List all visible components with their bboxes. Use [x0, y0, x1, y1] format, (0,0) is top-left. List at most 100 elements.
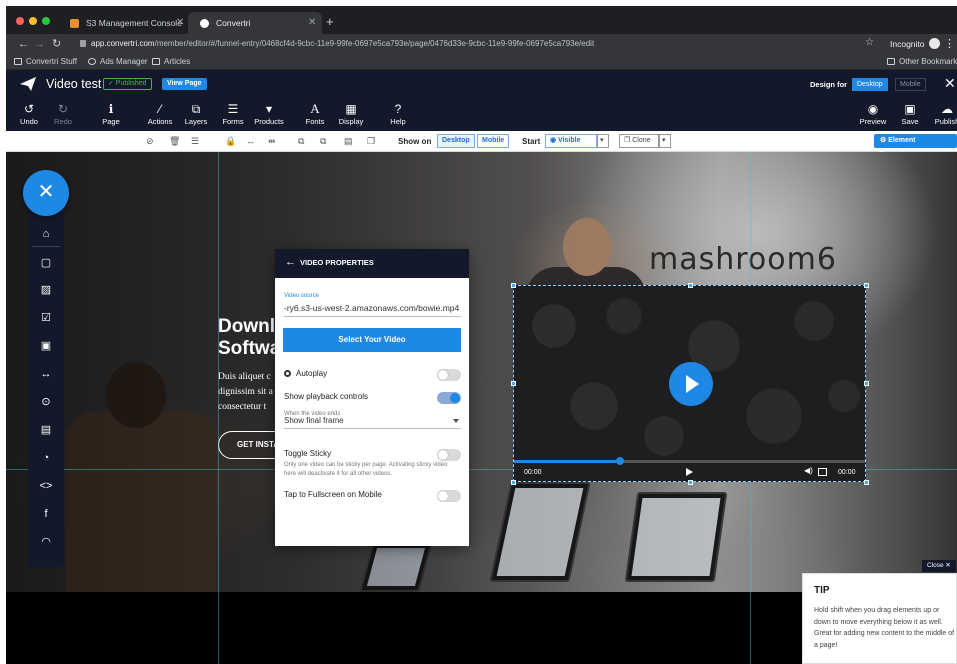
text-element-icon[interactable]: ▢ [28, 253, 64, 273]
page-button[interactable]: ℹ Page [98, 101, 124, 126]
clone-button[interactable]: ❐ Clone [619, 134, 659, 148]
wifi-element-icon[interactable]: ◠ [28, 532, 64, 552]
minimize-window-icon[interactable] [29, 17, 37, 25]
video-source-input[interactable]: -ry6.s3-us-west-2.amazonaws.com/bowie.mp… [284, 303, 461, 317]
full-width-icon[interactable]: ↔ [246, 135, 255, 147]
close-elements-button[interactable]: ✕ [23, 170, 69, 216]
fullscreen-mobile-toggle[interactable] [437, 490, 461, 502]
design-desktop-button[interactable]: Desktop [852, 78, 888, 91]
incognito-indicator[interactable]: Incognito [890, 37, 940, 51]
url-field[interactable]: app.convertri.com/member/editor/#/funnel… [80, 37, 594, 51]
close-editor-icon[interactable]: ✕ [944, 75, 956, 92]
video-ends-select[interactable]: Show final frame [284, 415, 461, 429]
layer-up-icon[interactable]: ▤ [344, 135, 353, 147]
form-element-icon[interactable]: ☑ [28, 308, 64, 328]
show-on-mobile-button[interactable]: Mobile [477, 134, 510, 148]
elements-sidebar: ⌂ ▢ ▨ ☑ ▣ ↔ ⊙ ▤ ◔ <> f ◠ [28, 212, 64, 567]
bring-forward-icon[interactable]: ⧉ [298, 135, 304, 147]
maximize-window-icon[interactable] [42, 17, 50, 25]
close-tab-icon[interactable]: ✕ [176, 12, 184, 34]
deselect-icon[interactable]: ⊘ [146, 135, 154, 147]
resize-handle[interactable] [511, 480, 516, 485]
other-bookmarks[interactable]: Other Bookmarks [887, 56, 957, 68]
resize-handle[interactable] [864, 381, 869, 386]
fullscreen-icon[interactable] [818, 468, 827, 476]
design-mobile-button[interactable]: Mobile [895, 78, 926, 91]
hero-headline-line: Downl [218, 316, 275, 337]
resize-handle[interactable] [864, 283, 869, 288]
resize-handle[interactable] [511, 381, 516, 386]
lock-element-icon[interactable]: 🔒 [225, 135, 236, 147]
autoplay-radio-icon[interactable] [284, 370, 291, 377]
divider-element-icon[interactable]: ↔ [28, 364, 64, 384]
distribute-icon[interactable]: ⇹ [268, 135, 276, 147]
start-visibility-select[interactable]: ◉ Visible [545, 134, 597, 148]
hero-headline[interactable]: Downl Softwa [218, 316, 280, 360]
video-element-icon[interactable]: ⊙ [28, 392, 64, 412]
forward-icon[interactable]: → [34, 36, 45, 52]
autoplay-toggle[interactable] [437, 369, 461, 381]
display-button[interactable]: ▦ Display [336, 101, 366, 126]
back-arrow-icon[interactable]: ← [285, 256, 296, 268]
show-controls-toggle[interactable] [437, 392, 461, 404]
view-page-button[interactable]: View Page [162, 78, 207, 90]
tab-s3-console[interactable]: S3 Management Console ✕ [58, 12, 188, 34]
resize-handle[interactable] [688, 480, 693, 485]
bookmark-star-icon[interactable]: ☆ [865, 37, 874, 48]
box-element-icon[interactable]: ▣ [28, 336, 64, 356]
tool-label: Publish [934, 117, 957, 126]
back-icon[interactable]: ← [18, 36, 29, 52]
resize-handle[interactable] [688, 283, 693, 288]
tip-close-button[interactable]: Close ✕ [922, 560, 956, 572]
lock-icon [80, 40, 86, 47]
delete-icon[interactable]: 🗑 [169, 135, 180, 147]
video-element[interactable]: 00:00 ◀) 00:00 [513, 285, 866, 482]
select-video-button[interactable]: Select Your Video [283, 328, 461, 352]
sticky-toggle[interactable] [437, 449, 461, 461]
image-element-icon[interactable]: ▨ [28, 280, 64, 300]
video-control-play-icon[interactable] [686, 468, 693, 476]
sections-icon[interactable]: ⌂ [28, 224, 64, 244]
resize-handle[interactable] [864, 480, 869, 485]
video-progress-bar[interactable] [514, 457, 865, 465]
products-button[interactable]: ▾ Products [251, 101, 287, 126]
tip-card: TIP Hold shift when you drag elements up… [802, 573, 957, 664]
align-icon[interactable]: ☰ [191, 135, 199, 147]
help-button[interactable]: ? Help [386, 101, 410, 126]
close-tab-icon[interactable]: ✕ [308, 12, 316, 34]
page-canvas[interactable]: mashroom6 Downl Softwa Duis aliquet c di… [6, 152, 957, 664]
reload-icon[interactable]: ↻ [52, 36, 61, 52]
gallery-element-icon[interactable]: ▤ [28, 420, 64, 440]
bookmark-articles[interactable]: Articles [152, 56, 190, 68]
show-on-desktop-button[interactable]: Desktop [437, 134, 475, 148]
tab-convertri[interactable]: Convertri ✕ [188, 12, 322, 34]
undo-button[interactable]: ↺ Undo [16, 101, 42, 126]
publish-button[interactable]: ☁ Publish [931, 101, 957, 126]
code-element-icon[interactable]: <> [28, 476, 64, 496]
element-properties-button[interactable]: ⚙ Element Properties [874, 134, 957, 158]
preview-button[interactable]: ◉ Preview [858, 101, 888, 126]
fonts-button[interactable]: A Fonts [302, 101, 328, 126]
redo-button[interactable]: ↻ Redo [50, 101, 76, 126]
actions-button[interactable]: ⁄ Actions [143, 101, 177, 126]
save-button[interactable]: ▣ Save [898, 101, 922, 126]
volume-icon[interactable]: ◀) [804, 466, 813, 475]
close-window-icon[interactable] [16, 17, 24, 25]
video-progress-handle[interactable] [615, 457, 624, 465]
send-backward-icon[interactable]: ⧉ [320, 135, 326, 147]
video-play-button[interactable] [669, 362, 713, 406]
bookmark-convertri-stuff[interactable]: Convertri Stuff [14, 56, 77, 68]
browser-menu-icon[interactable]: ⋮ [944, 37, 955, 50]
layers-button[interactable]: ⧉ Layers [181, 101, 211, 126]
duplicate-icon[interactable]: ❐ [367, 135, 375, 147]
folder-icon [152, 58, 160, 65]
clone-caret-icon[interactable]: ▾ [659, 134, 671, 148]
new-tab-icon[interactable]: + [326, 12, 334, 32]
forms-button[interactable]: ☰ Forms [218, 101, 248, 126]
timer-element-icon[interactable]: ◔ [28, 448, 64, 468]
bookmark-ads-manager[interactable]: Ads Manager [88, 56, 148, 68]
start-visibility-caret-icon[interactable]: ▾ [597, 134, 609, 148]
facebook-element-icon[interactable]: f [28, 504, 64, 524]
resize-handle[interactable] [511, 283, 516, 288]
forms-icon: ☰ [227, 102, 239, 116]
